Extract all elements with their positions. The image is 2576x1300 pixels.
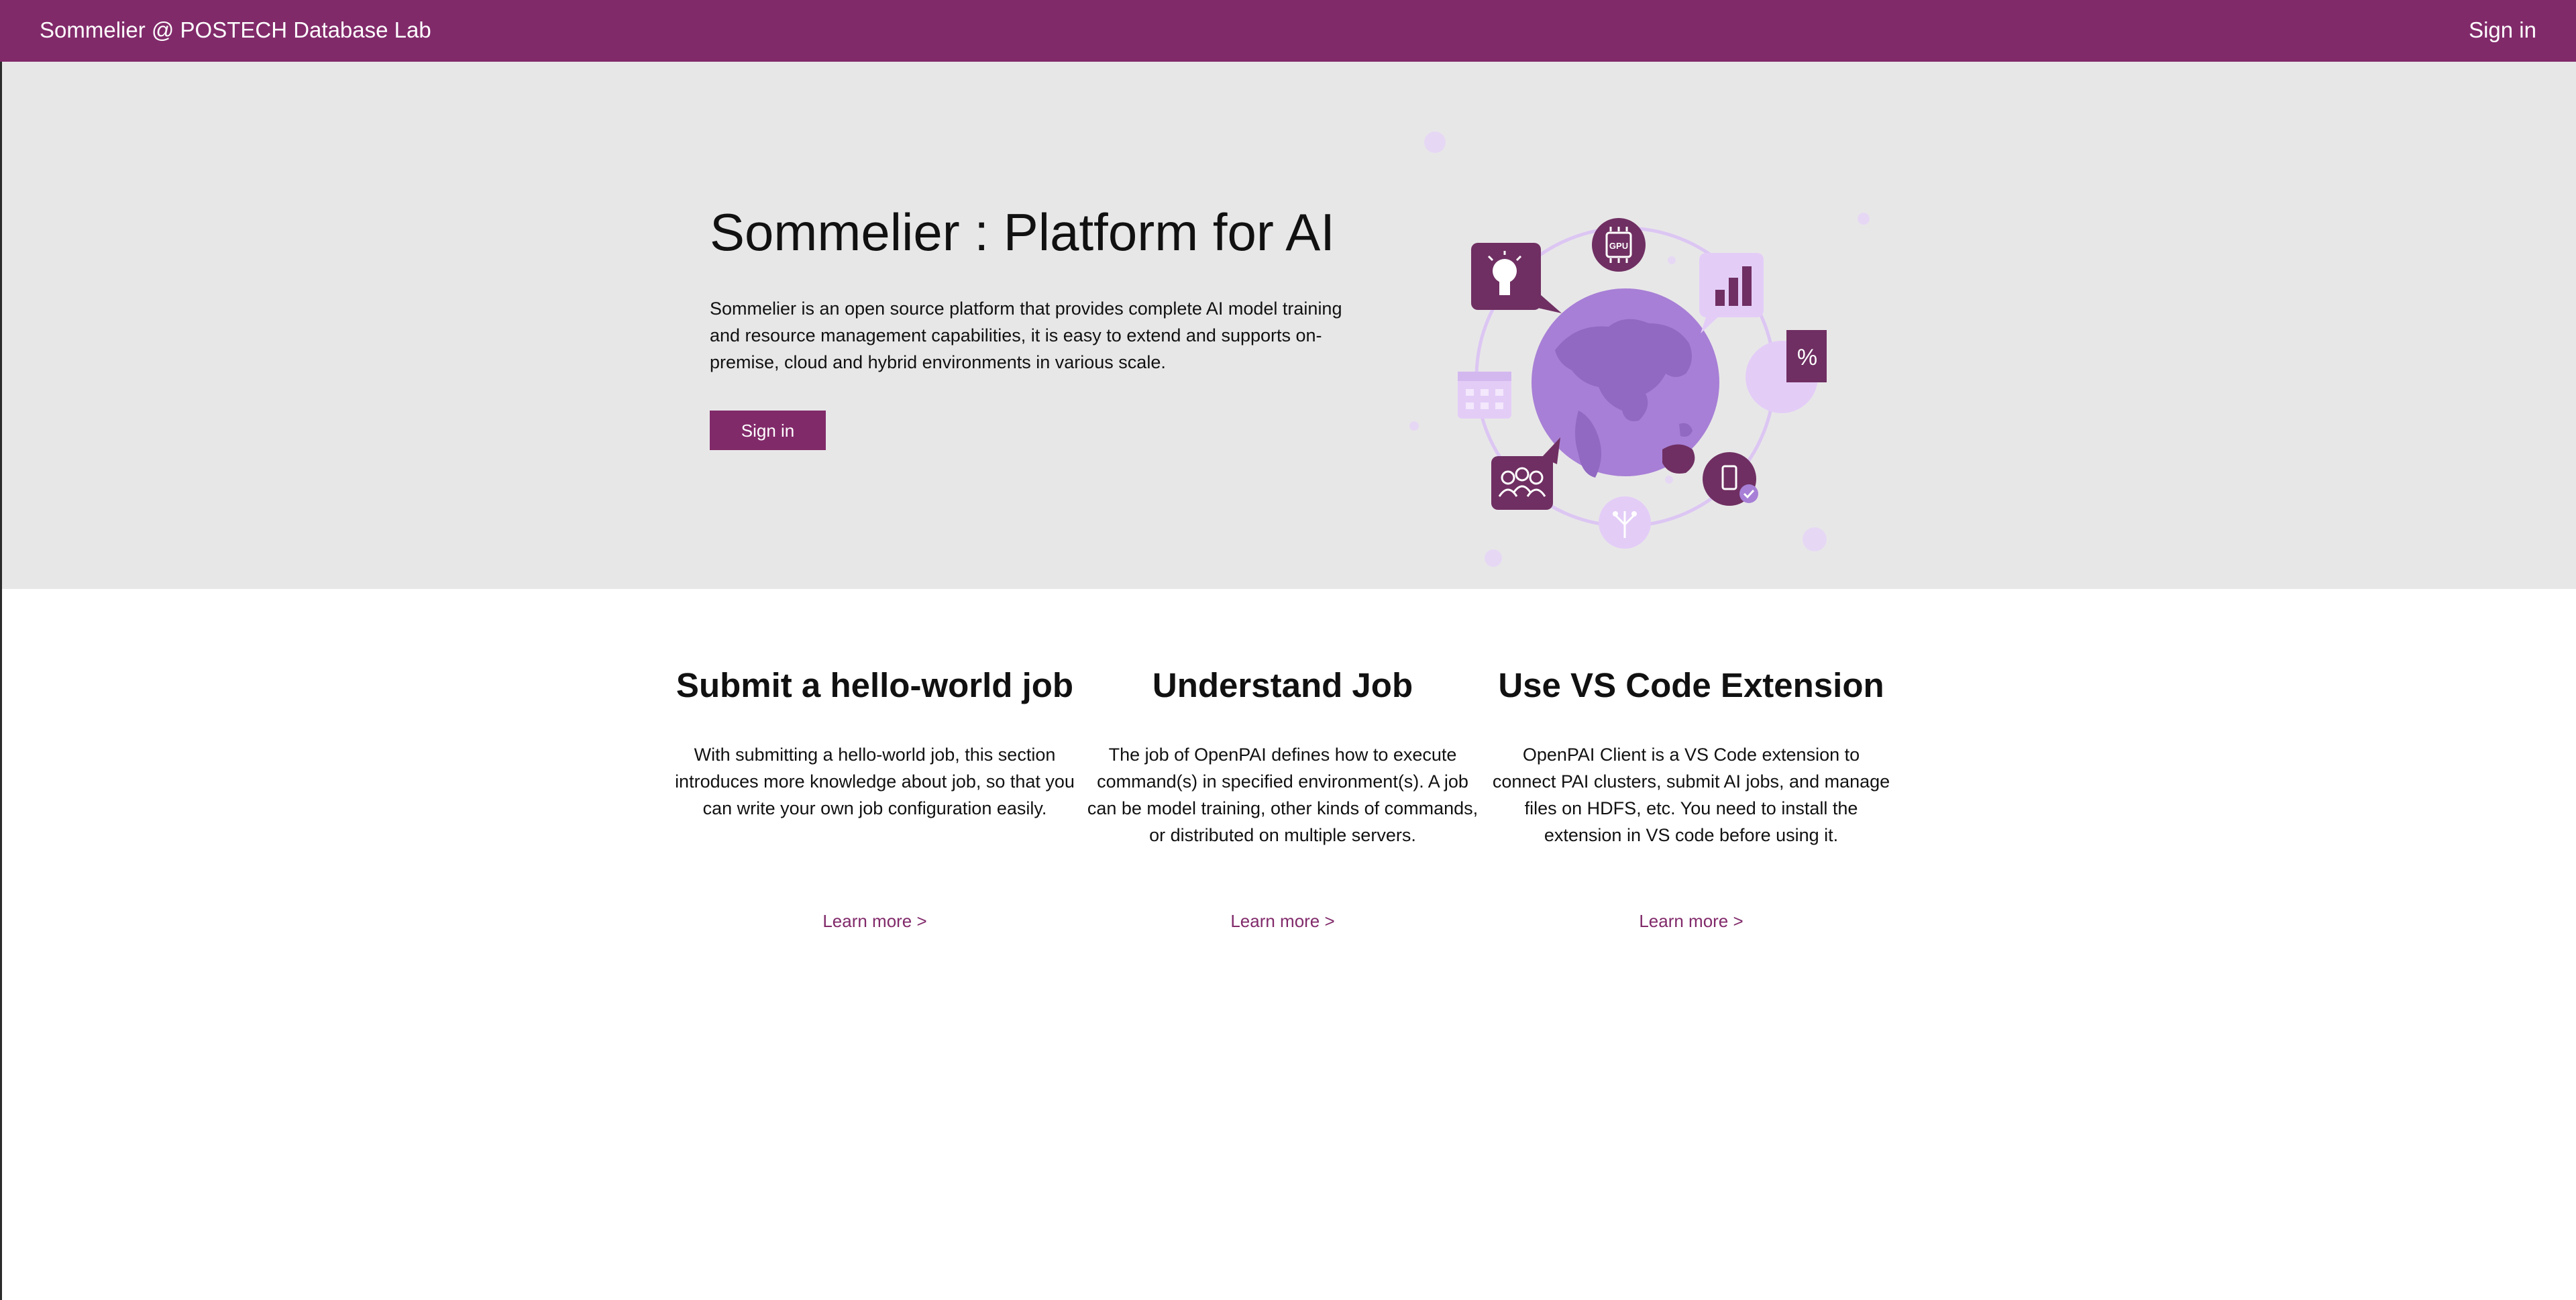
hero-illustration: GPU % xyxy=(1409,131,1870,567)
calendar-icon xyxy=(1458,372,1511,419)
percent-pie-icon: % xyxy=(1746,330,1827,413)
bar-chart-icon xyxy=(1699,253,1764,333)
decorative-dot xyxy=(1803,527,1827,551)
header-sign-in-link[interactable]: Sign in xyxy=(2469,15,2536,46)
hero-description: Sommelier is an open source platform tha… xyxy=(710,299,1342,372)
card-vscode-extension: Use VS Code Extension OpenPAI Client is … xyxy=(1490,664,1892,931)
globe-icon xyxy=(1532,288,1719,478)
lightbulb-icon xyxy=(1471,243,1562,313)
card-title: Use VS Code Extension xyxy=(1498,666,1884,704)
decorative-dot xyxy=(1665,476,1673,484)
decorative-dot xyxy=(1668,256,1676,264)
people-icon xyxy=(1491,437,1560,510)
card-title: Understand Job xyxy=(1152,666,1413,704)
hero-sign-in-button[interactable]: Sign in xyxy=(710,411,826,450)
learn-more-link[interactable]: Learn more > xyxy=(1081,909,1484,933)
circuit-icon xyxy=(1599,496,1651,549)
gpu-label: GPU xyxy=(1609,241,1628,251)
decorative-dot xyxy=(1424,131,1446,153)
card-hello-world: Submit a hello-world job With submitting… xyxy=(674,664,1076,931)
percent-label: % xyxy=(1797,345,1817,370)
decorative-dot xyxy=(1858,213,1870,225)
gpu-chip-icon: GPU xyxy=(1592,218,1646,272)
window-left-edge xyxy=(0,589,2,1300)
card-title: Submit a hello-world job xyxy=(676,666,1074,704)
site-brand[interactable]: Sommelier @ POSTECH Database Lab xyxy=(40,15,431,46)
card-understand-job: Understand Job The job of OpenPAI define… xyxy=(1081,664,1484,931)
card-description: The job of OpenPAI defines how to execut… xyxy=(1087,745,1479,845)
card-description: With submitting a hello-world job, this … xyxy=(675,745,1075,818)
hero-title: Sommelier : Platform for AI xyxy=(710,203,1335,262)
learn-more-link[interactable]: Learn more > xyxy=(674,909,1076,933)
decorative-dot xyxy=(1485,549,1502,567)
learn-more-link[interactable]: Learn more > xyxy=(1490,909,1892,933)
hero-section: Sommelier : Platform for AI Sommelier is… xyxy=(0,62,2576,589)
decorative-dot xyxy=(1409,421,1419,431)
card-description: OpenPAI Client is a VS Code extension to… xyxy=(1492,745,1890,845)
top-navigation-bar: Sommelier @ POSTECH Database Lab Sign in xyxy=(0,0,2576,62)
